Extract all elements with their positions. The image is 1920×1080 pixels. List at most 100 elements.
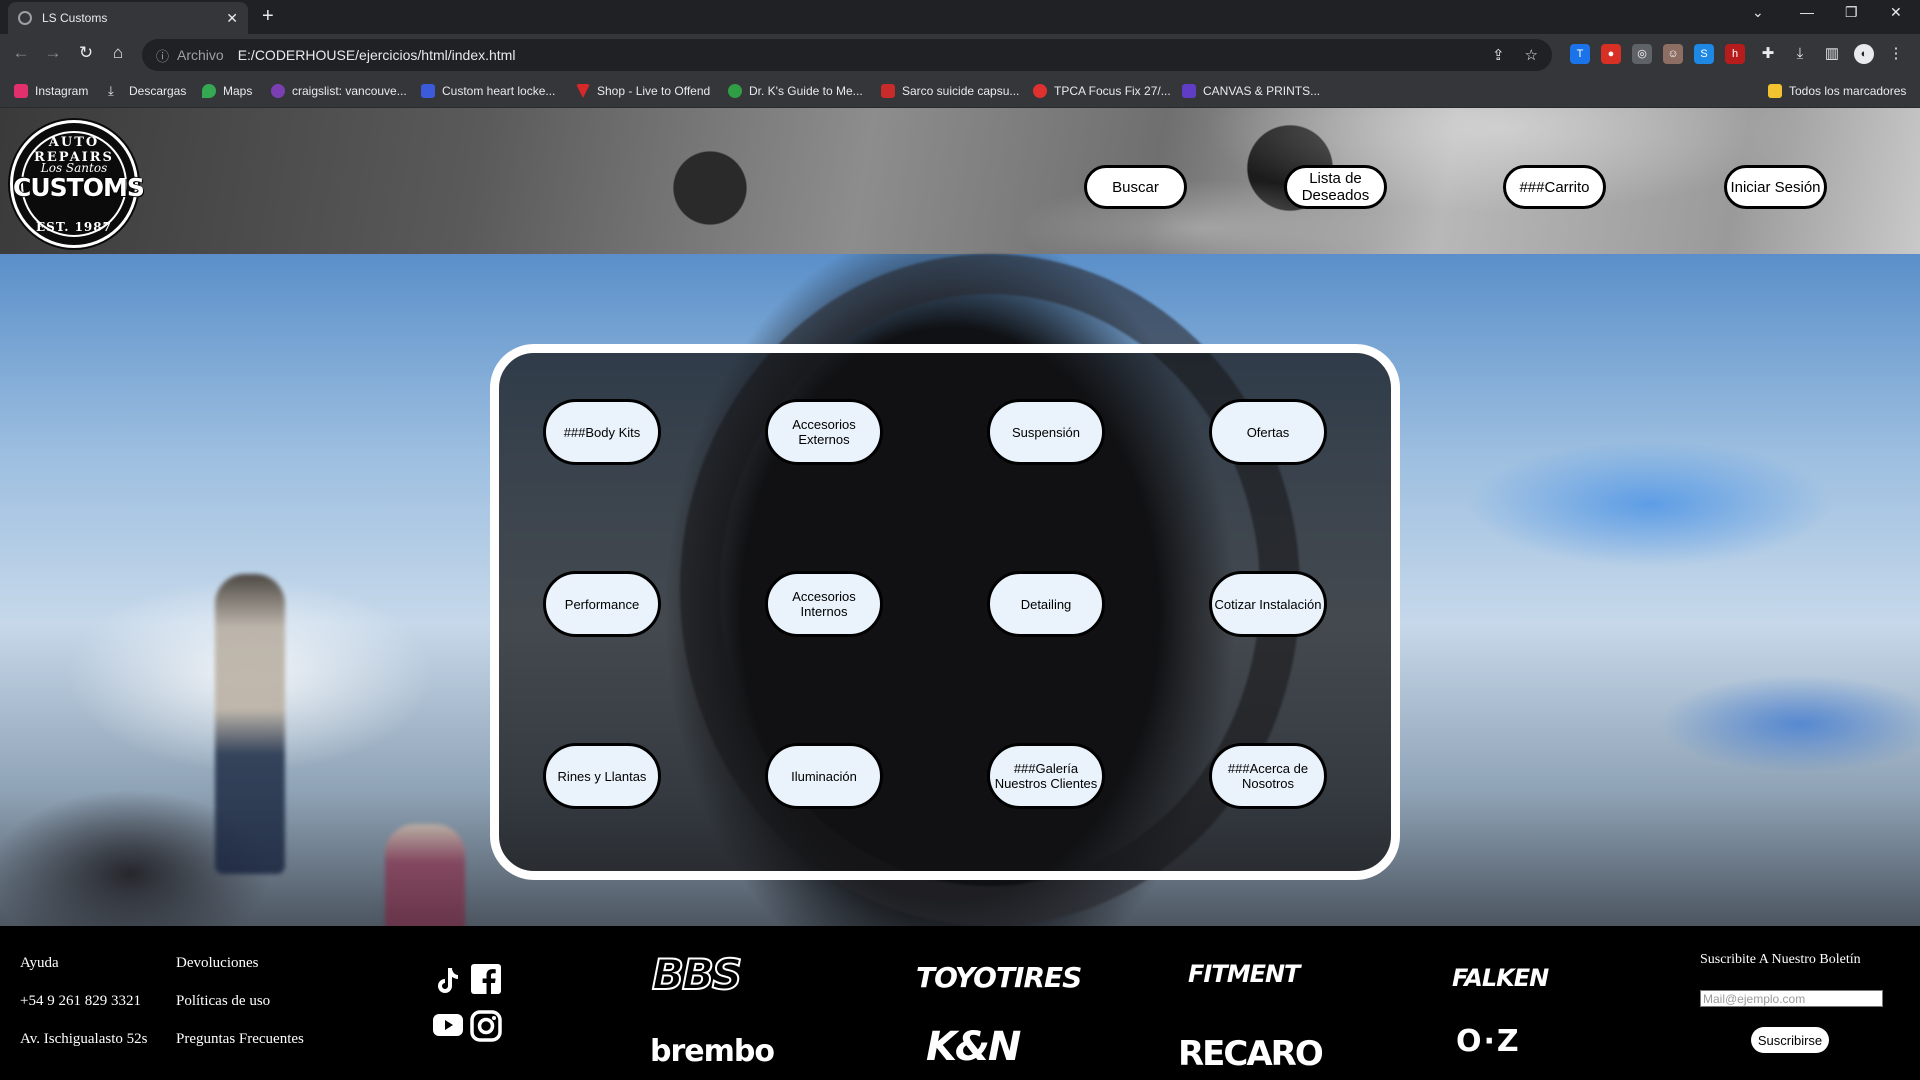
youtube-icon[interactable] xyxy=(432,1012,464,1038)
folder-icon xyxy=(1768,84,1782,98)
side-panel-icon[interactable]: ▥ xyxy=(1822,44,1842,64)
category-menu: ###Body Kits Accesorios Externos Suspens… xyxy=(490,344,1400,880)
brand-bbs-logo[interactable]: BBS xyxy=(651,949,743,1000)
restore-icon[interactable]: ❐ xyxy=(1845,4,1858,21)
extension-adblock-icon[interactable]: ● xyxy=(1601,44,1621,64)
menu-accesorios-internos[interactable]: Accesorios Internos xyxy=(765,571,883,637)
menu-body-kits[interactable]: ###Body Kits xyxy=(543,399,661,465)
wishlist-button[interactable]: Lista de Deseados xyxy=(1284,165,1387,209)
menu-ofertas[interactable]: Ofertas xyxy=(1209,399,1327,465)
home-icon[interactable]: ⌂ xyxy=(107,43,129,63)
brand-falken-logo[interactable]: FALKEN xyxy=(1452,964,1549,992)
menu-detailing[interactable]: Detailing xyxy=(987,571,1105,637)
bookmark-craigslist[interactable]: craigslist: vancouve... xyxy=(271,84,407,98)
tiktok-icon[interactable] xyxy=(434,966,460,994)
site-icon xyxy=(421,84,435,98)
instagram-icon xyxy=(14,84,28,98)
menu-performance[interactable]: Performance xyxy=(543,571,661,637)
menu-galeria-clientes[interactable]: ###Galería Nuestros Clientes xyxy=(987,743,1105,809)
bookmark-descargas[interactable]: ⤓ Descargas xyxy=(108,83,186,99)
footer-link-politicas[interactable]: Políticas de uso xyxy=(176,993,270,1010)
bookmark-tpca[interactable]: TPCA Focus Fix 27/... xyxy=(1033,84,1171,98)
extension-face-icon[interactable]: ☺ xyxy=(1663,44,1683,64)
menu-cotizar-instalacion[interactable]: Cotizar Instalación xyxy=(1209,571,1327,637)
download-icon[interactable]: ⤓ xyxy=(1790,44,1810,64)
maps-pin-icon xyxy=(202,84,216,98)
subscribe-button[interactable]: Suscribirse xyxy=(1751,1027,1829,1053)
tab-search-icon[interactable]: ⌄ xyxy=(1752,4,1764,21)
footer-phone: +54 9 261 829 3321 xyxy=(20,993,141,1009)
extension-glasses-icon[interactable]: ◎ xyxy=(1632,44,1652,64)
bookmark-dr-k[interactable]: Dr. K's Guide to Me... xyxy=(728,84,863,98)
logo-main-text: CUSTOMS xyxy=(13,173,145,202)
bookmark-sarco[interactable]: Sarco suicide capsu... xyxy=(881,84,1019,98)
bookmark-label: Dr. K's Guide to Me... xyxy=(749,84,863,98)
bookmark-label: Maps xyxy=(223,84,253,98)
menu-iluminacion[interactable]: Iluminación xyxy=(765,743,883,809)
bookmark-label: craigslist: vancouve... xyxy=(292,84,407,98)
brand-toyotires-logo[interactable]: TOYOTIRES xyxy=(916,961,1082,994)
bookmarks-bar: Instagram ⤓ Descargas Maps craigslist: va… xyxy=(0,76,1920,108)
footer-link-devoluciones[interactable]: Devoluciones xyxy=(176,955,258,972)
info-icon[interactable]: ⓘ xyxy=(156,46,169,65)
login-button[interactable]: Iniciar Sesión xyxy=(1724,165,1827,209)
menu-kebab-icon[interactable]: ⋮ xyxy=(1886,44,1906,64)
close-tab-icon[interactable]: ✕ xyxy=(226,10,238,27)
bookmark-custom-heart[interactable]: Custom heart locke... xyxy=(421,84,555,98)
footer-link-ayuda[interactable]: Ayuda xyxy=(20,955,59,972)
menu-acerca-de-nosotros[interactable]: ###Acerca de Nosotros xyxy=(1209,743,1327,809)
brand-kn-logo[interactable]: K&N xyxy=(926,1024,1021,1070)
address-url[interactable]: E:/CODERHOUSE/ejercicios/html/index.html xyxy=(238,47,516,63)
hero-person-image xyxy=(215,574,285,874)
extension-translate-icon[interactable]: T xyxy=(1570,44,1590,64)
facebook-icon[interactable] xyxy=(470,963,502,995)
extensions-puzzle-icon[interactable]: ✚ xyxy=(1758,44,1778,64)
close-window-icon[interactable]: ✕ xyxy=(1890,4,1902,21)
tab-bar: LS Customs ✕ + ⌄ — ❐ ✕ xyxy=(0,0,1920,34)
bookmark-star-icon[interactable]: ☆ xyxy=(1525,46,1538,64)
browser-tab[interactable]: LS Customs ✕ xyxy=(8,2,248,34)
address-scheme-label: Archivo xyxy=(177,47,224,63)
search-button[interactable]: Buscar xyxy=(1084,165,1187,209)
bookmark-maps[interactable]: Maps xyxy=(202,84,252,98)
brand-recaro-logo[interactable]: RECARO xyxy=(1178,1034,1324,1074)
craigslist-icon xyxy=(271,84,285,98)
instagram-icon[interactable] xyxy=(470,1010,502,1042)
share-icon[interactable]: ⇪ xyxy=(1492,46,1505,64)
address-bar[interactable]: ⓘ Archivo E:/CODERHOUSE/ejercicios/html/… xyxy=(142,39,1552,71)
download-icon: ⤓ xyxy=(108,83,114,98)
all-bookmarks-label: Todos los marcadores xyxy=(1789,84,1907,98)
menu-rines-llantas[interactable]: Rines y Llantas xyxy=(543,743,661,809)
bookmark-instagram[interactable]: Instagram xyxy=(14,84,88,98)
menu-accesorios-externos[interactable]: Accesorios Externos xyxy=(765,399,883,465)
new-tab-icon[interactable]: + xyxy=(262,5,274,28)
minimize-icon[interactable]: — xyxy=(1800,4,1814,20)
grid-icon xyxy=(1182,84,1196,98)
back-icon[interactable]: ← xyxy=(10,43,32,63)
mail-icon xyxy=(881,84,895,98)
bookmark-label: TPCA Focus Fix 27/... xyxy=(1054,84,1171,98)
profile-avatar-icon[interactable]: ◐ xyxy=(1854,44,1874,64)
forward-icon[interactable]: → xyxy=(42,43,64,63)
brand-brembo-logo[interactable]: brembo xyxy=(650,1034,775,1069)
bookmark-label: Sarco suicide capsu... xyxy=(902,84,1020,98)
bookmark-shop[interactable]: Shop - Live to Offend xyxy=(576,84,710,98)
footer-link-faq[interactable]: Preguntas Frecuentes xyxy=(176,1031,304,1048)
site-logo[interactable]: AUTO REPAIRS Los Santos CUSTOMS EST. 198… xyxy=(10,120,145,248)
menu-suspension[interactable]: Suspensión xyxy=(987,399,1105,465)
newsletter-email-input[interactable] xyxy=(1700,990,1883,1007)
reload-icon[interactable]: ↻ xyxy=(75,43,97,63)
bookmark-canvas[interactable]: CANVAS & PRINTS... xyxy=(1182,84,1320,98)
extension-shazam-icon[interactable]: S xyxy=(1694,44,1714,64)
globe-icon xyxy=(18,11,32,25)
cart-button[interactable]: ###Carrito xyxy=(1503,165,1606,209)
brand-oz-logo[interactable]: O·Z xyxy=(1456,1024,1521,1059)
clover-icon xyxy=(728,84,742,98)
bookmark-label: Custom heart locke... xyxy=(442,84,556,98)
bookmark-label: Shop - Live to Offend xyxy=(597,84,711,98)
tab-title: LS Customs xyxy=(42,11,108,25)
newsletter-title: Suscribite A Nuestro Boletín xyxy=(1700,952,1861,967)
extension-h-icon[interactable]: h xyxy=(1725,44,1745,64)
brand-fitment-logo[interactable]: FITMENT xyxy=(1188,960,1300,988)
all-bookmarks[interactable]: Todos los marcadores xyxy=(1768,84,1906,98)
